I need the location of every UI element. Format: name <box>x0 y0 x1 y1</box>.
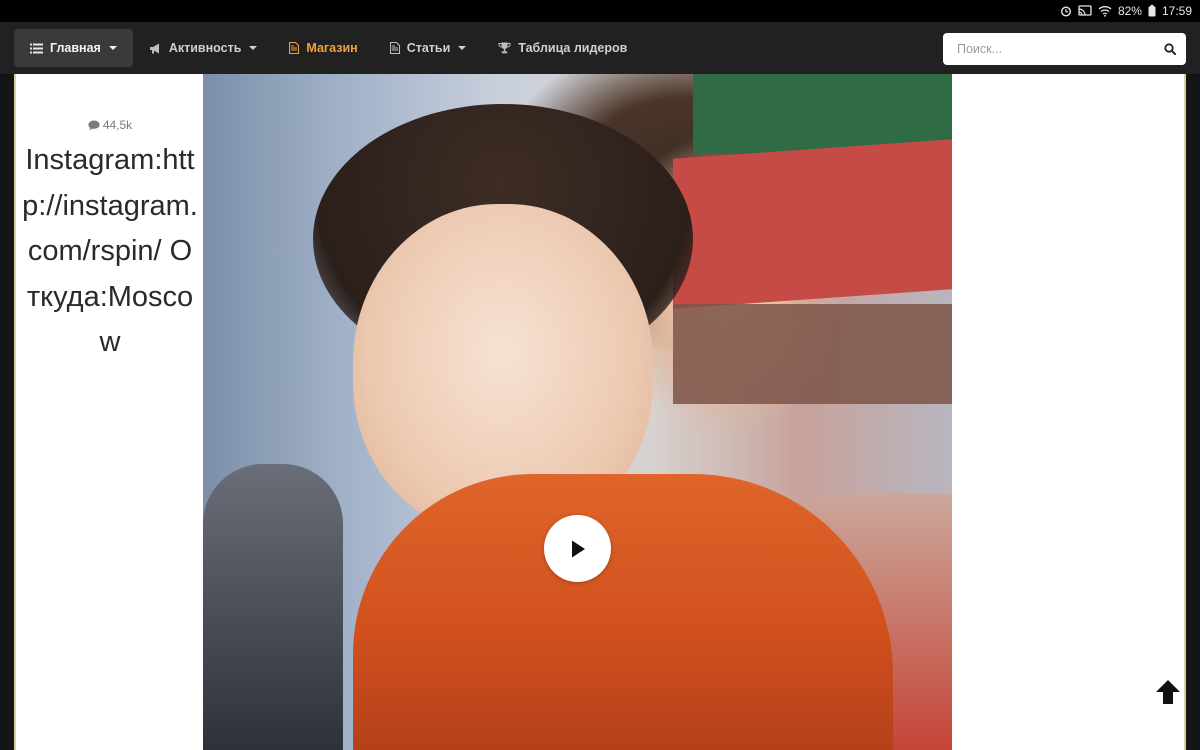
chevron-down-icon <box>108 46 117 50</box>
comment-count: 44,5k <box>16 118 204 132</box>
video-frame-detail <box>673 304 952 404</box>
nav-item-label: Главная <box>50 41 101 55</box>
search-button[interactable] <box>1154 33 1186 65</box>
alarm-icon <box>1060 5 1072 17</box>
nav-item-label: Таблица лидеров <box>518 41 628 55</box>
nav-item-shop[interactable]: Магазин <box>273 29 373 67</box>
battery-icon <box>1148 5 1156 17</box>
arrow-up-icon <box>1156 680 1180 704</box>
search-input[interactable] <box>943 33 1154 65</box>
profile-sidebar: 44,5k Instagram:http://instagram.com/rsp… <box>16 74 204 750</box>
search-icon <box>1164 43 1176 55</box>
battery-percent: 82% <box>1117 4 1142 18</box>
wifi-icon <box>1098 5 1112 17</box>
trophy-icon <box>498 42 511 54</box>
scroll-to-top-button[interactable] <box>1154 678 1182 706</box>
nav-item-activity[interactable]: Активность <box>133 29 274 67</box>
video-player[interactable] <box>203 74 952 750</box>
megaphone-icon <box>149 43 162 54</box>
comment-count-value: 44,5k <box>102 118 133 132</box>
video-frame-detail <box>203 464 343 750</box>
chevron-down-icon <box>458 46 467 50</box>
clock: 17:59 <box>1161 4 1192 18</box>
nav-item-label: Магазин <box>306 41 358 55</box>
search-box <box>943 33 1186 65</box>
chevron-down-icon <box>249 46 258 50</box>
comment-icon <box>88 120 100 130</box>
video-frame-detail <box>673 139 952 309</box>
nav-item-label: Активность <box>168 41 242 55</box>
nav-item-label: Статьи <box>406 41 451 55</box>
play-icon <box>571 540 585 557</box>
document-icon <box>389 42 400 54</box>
nav-item-articles[interactable]: Статьи <box>374 29 483 67</box>
status-bar: 82% 17:59 <box>0 0 1200 22</box>
nav-item-home[interactable]: Главная <box>14 29 133 67</box>
cast-icon <box>1078 5 1092 17</box>
play-button[interactable] <box>544 515 611 582</box>
list-icon <box>30 43 43 54</box>
profile-bio: Instagram:http://instagram.com/rspin/ От… <box>22 144 198 358</box>
nav-item-leaderboard[interactable]: Таблица лидеров <box>482 29 643 67</box>
video-frame-detail <box>353 474 893 750</box>
document-icon <box>289 42 300 54</box>
